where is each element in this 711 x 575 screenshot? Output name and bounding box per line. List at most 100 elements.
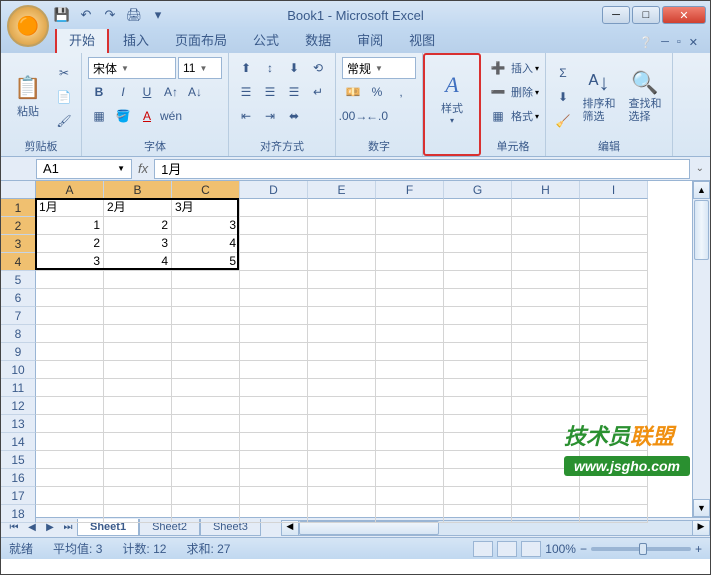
cell-A6[interactable] <box>36 289 104 307</box>
undo-icon[interactable]: ↶ <box>77 6 95 24</box>
cell-C15[interactable] <box>172 451 240 469</box>
insert-cells-icon[interactable]: ➕ <box>487 57 509 79</box>
cell-C3[interactable]: 4 <box>172 235 240 253</box>
print-icon[interactable]: 🖨 <box>125 6 143 24</box>
font-color-button[interactable]: A <box>136 105 158 127</box>
sort-filter-button[interactable]: ᴬ↓ 排序和 筛选 <box>578 64 620 130</box>
cell-E9[interactable] <box>308 343 376 361</box>
cell-G4[interactable] <box>444 253 512 271</box>
cell-G13[interactable] <box>444 415 512 433</box>
cell-H16[interactable] <box>512 469 580 487</box>
cell-E8[interactable] <box>308 325 376 343</box>
cell-E13[interactable] <box>308 415 376 433</box>
minimize-ribbon-icon[interactable]: ─ <box>661 36 669 49</box>
cell-F6[interactable] <box>376 289 444 307</box>
row-header-14[interactable]: 14 <box>1 433 36 451</box>
cell-F1[interactable] <box>376 199 444 217</box>
cell-H7[interactable] <box>512 307 580 325</box>
cell-D7[interactable] <box>240 307 308 325</box>
cell-F17[interactable] <box>376 487 444 505</box>
cell-F5[interactable] <box>376 271 444 289</box>
row-header-7[interactable]: 7 <box>1 307 36 325</box>
cell-H10[interactable] <box>512 361 580 379</box>
cell-I5[interactable] <box>580 271 648 289</box>
cell-D1[interactable] <box>240 199 308 217</box>
indent-increase-icon[interactable]: ⇥ <box>259 105 281 127</box>
cell-A10[interactable] <box>36 361 104 379</box>
cell-E3[interactable] <box>308 235 376 253</box>
autosum-icon[interactable]: Σ <box>552 62 574 84</box>
formula-input[interactable]: 1月 <box>154 159 689 179</box>
find-select-button[interactable]: 🔍 查找和 选择 <box>624 64 666 130</box>
cell-E11[interactable] <box>308 379 376 397</box>
sheet-next-icon[interactable]: ▶ <box>41 522 59 533</box>
row-header-1[interactable]: 1 <box>1 199 36 217</box>
cell-H9[interactable] <box>512 343 580 361</box>
clear-icon[interactable]: 🧹 <box>552 110 574 132</box>
phonetic-button[interactable]: wén <box>160 105 182 127</box>
row-header-18[interactable]: 18 <box>1 505 36 523</box>
format-painter-icon[interactable]: 🖌 <box>53 110 75 132</box>
row-header-13[interactable]: 13 <box>1 415 36 433</box>
cell-C4[interactable]: 5 <box>172 253 240 271</box>
cell-G15[interactable] <box>444 451 512 469</box>
cell-B18[interactable] <box>104 505 172 523</box>
cell-H2[interactable] <box>512 217 580 235</box>
cell-H18[interactable] <box>512 505 580 523</box>
cell-B15[interactable] <box>104 451 172 469</box>
cell-E17[interactable] <box>308 487 376 505</box>
cell-G17[interactable] <box>444 487 512 505</box>
scroll-down-icon[interactable]: ▼ <box>693 499 710 517</box>
cell-A5[interactable] <box>36 271 104 289</box>
row-header-10[interactable]: 10 <box>1 361 36 379</box>
cell-F4[interactable] <box>376 253 444 271</box>
orientation-icon[interactable]: ⟲ <box>307 57 329 79</box>
cell-G11[interactable] <box>444 379 512 397</box>
cell-D5[interactable] <box>240 271 308 289</box>
tab-data[interactable]: 数据 <box>293 26 343 53</box>
cell-G9[interactable] <box>444 343 512 361</box>
cell-G7[interactable] <box>444 307 512 325</box>
cell-B6[interactable] <box>104 289 172 307</box>
cell-H17[interactable] <box>512 487 580 505</box>
cell-G8[interactable] <box>444 325 512 343</box>
cell-B10[interactable] <box>104 361 172 379</box>
cell-B8[interactable] <box>104 325 172 343</box>
cell-E18[interactable] <box>308 505 376 523</box>
vscroll-track[interactable] <box>693 261 710 499</box>
cell-F9[interactable] <box>376 343 444 361</box>
cell-F14[interactable] <box>376 433 444 451</box>
cell-B4[interactable]: 4 <box>104 253 172 271</box>
cell-G6[interactable] <box>444 289 512 307</box>
cell-I17[interactable] <box>580 487 648 505</box>
cell-A4[interactable]: 3 <box>36 253 104 271</box>
save-icon[interactable]: 💾 <box>53 6 71 24</box>
decrease-font-icon[interactable]: A↓ <box>184 81 206 103</box>
cells-area[interactable]: 1月2月3月123234345 <box>36 199 648 523</box>
cell-E4[interactable] <box>308 253 376 271</box>
row-header-6[interactable]: 6 <box>1 289 36 307</box>
col-header-A[interactable]: A <box>36 181 104 199</box>
fill-color-button[interactable]: 🪣 <box>112 105 134 127</box>
cell-H1[interactable] <box>512 199 580 217</box>
maximize-button[interactable]: □ <box>632 6 660 24</box>
cell-B9[interactable] <box>104 343 172 361</box>
col-header-D[interactable]: D <box>240 181 308 199</box>
cell-C14[interactable] <box>172 433 240 451</box>
cell-C8[interactable] <box>172 325 240 343</box>
cell-E15[interactable] <box>308 451 376 469</box>
increase-font-icon[interactable]: A↑ <box>160 81 182 103</box>
cell-F8[interactable] <box>376 325 444 343</box>
italic-button[interactable]: I <box>112 81 134 103</box>
cell-B17[interactable] <box>104 487 172 505</box>
cell-B12[interactable] <box>104 397 172 415</box>
cell-D2[interactable] <box>240 217 308 235</box>
cell-B3[interactable]: 3 <box>104 235 172 253</box>
cell-B7[interactable] <box>104 307 172 325</box>
delete-cells-icon[interactable]: ➖ <box>487 81 509 103</box>
minimize-button[interactable]: ─ <box>602 6 630 24</box>
cell-B16[interactable] <box>104 469 172 487</box>
cell-I2[interactable] <box>580 217 648 235</box>
cell-C1[interactable]: 3月 <box>172 199 240 217</box>
cell-B14[interactable] <box>104 433 172 451</box>
